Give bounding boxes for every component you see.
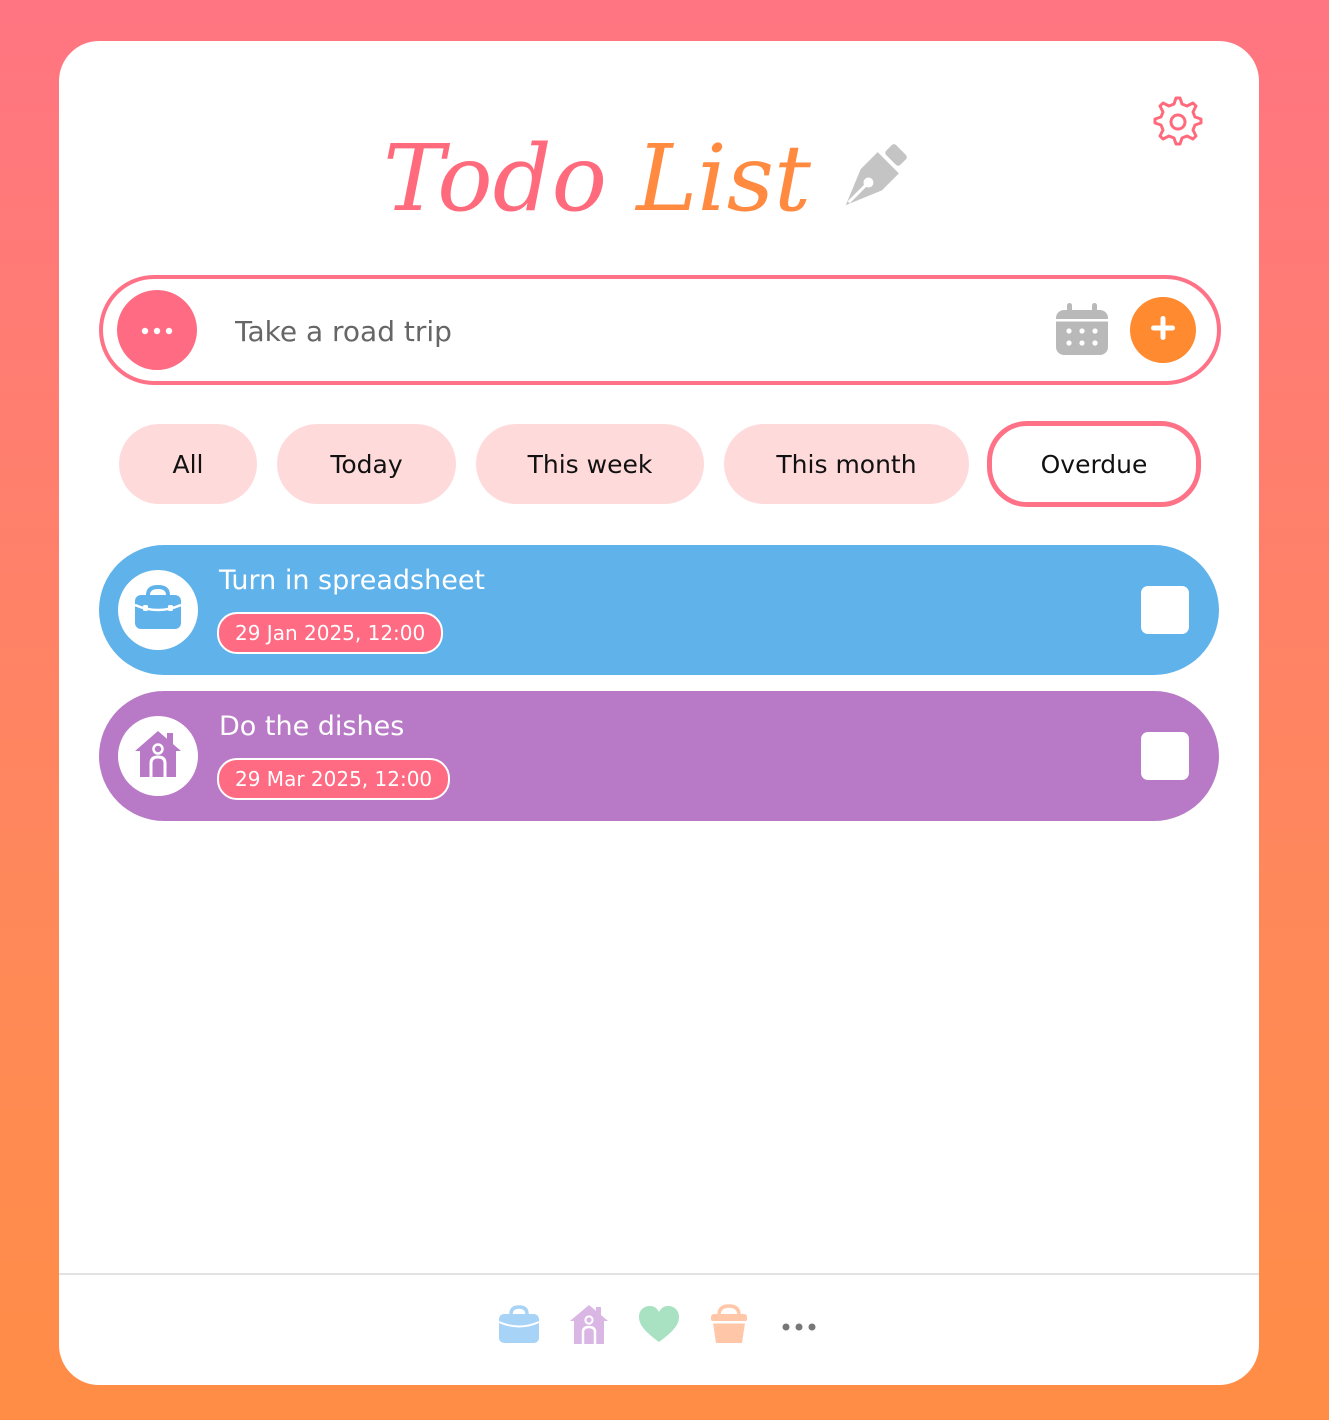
new-task-bar	[99, 275, 1221, 385]
calendar-icon	[1053, 303, 1111, 363]
filter-overdue[interactable]: Overdue	[987, 421, 1201, 507]
task-checkbox[interactable]	[1141, 586, 1189, 634]
footer-divider	[59, 1273, 1259, 1275]
task-due-date: 29 Jan 2025, 12:00	[217, 612, 444, 654]
category-work-button[interactable]	[498, 1303, 540, 1349]
add-task-button[interactable]	[1130, 297, 1196, 363]
category-bar	[59, 1303, 1259, 1353]
app-title: Todo List	[59, 133, 1259, 225]
task-row[interactable]: Turn in spreadsheet 29 Jan 2025, 12:00	[99, 545, 1219, 675]
task-title: Do the dishes	[219, 711, 405, 742]
house-icon	[131, 727, 185, 785]
fountain-pen-icon	[829, 136, 915, 222]
category-shopping-button[interactable]	[708, 1303, 750, 1349]
more-dots-icon	[779, 1317, 819, 1336]
task-checkbox[interactable]	[1141, 732, 1189, 780]
task-category-badge	[118, 716, 198, 796]
heart-icon	[637, 1304, 681, 1348]
gear-icon	[1150, 96, 1206, 154]
category-home-button[interactable]	[568, 1303, 610, 1349]
filter-all[interactable]: All	[119, 424, 257, 504]
category-health-button[interactable]	[638, 1303, 680, 1349]
house-icon	[567, 1302, 611, 1350]
more-dots-icon	[137, 321, 177, 340]
briefcase-icon	[498, 1304, 540, 1348]
category-more-button[interactable]	[778, 1303, 820, 1349]
task-title: Turn in spreadsheet	[219, 565, 486, 596]
settings-button[interactable]	[1150, 94, 1206, 150]
app-card: Todo List Take a road trip All Today Thi…	[59, 41, 1259, 1385]
task-row[interactable]: Do the dishes 29 Mar 2025, 12:00	[99, 691, 1219, 821]
plus-icon	[1148, 313, 1178, 347]
filter-this-week[interactable]: This week	[476, 424, 704, 504]
filter-today[interactable]: Today	[277, 424, 456, 504]
title-word-todo: Todo	[383, 125, 607, 232]
filter-this-month[interactable]: This month	[724, 424, 969, 504]
basket-icon	[709, 1303, 749, 1349]
filter-tabs: All Today This week This month Overdue	[59, 421, 1259, 508]
due-date-button[interactable]	[1053, 301, 1111, 359]
category-picker-button[interactable]	[117, 290, 197, 370]
task-input[interactable]	[233, 305, 1017, 357]
briefcase-icon	[131, 583, 185, 637]
task-category-badge	[118, 570, 198, 650]
title-word-list: List	[636, 125, 811, 232]
task-due-date: 29 Mar 2025, 12:00	[217, 758, 451, 800]
